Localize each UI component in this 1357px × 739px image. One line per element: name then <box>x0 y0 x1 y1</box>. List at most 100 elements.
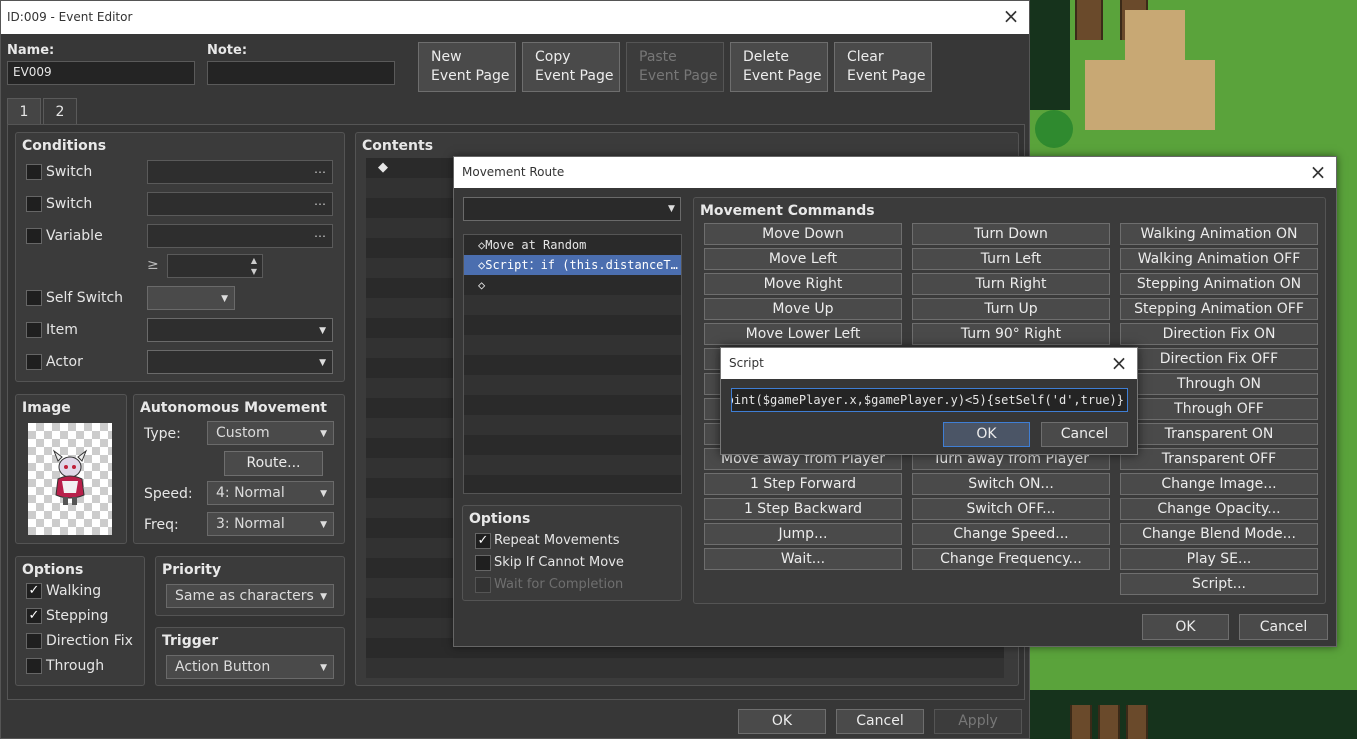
list-item[interactable]: ◇ <box>464 275 681 295</box>
chevron-down-icon: ▼ <box>320 592 327 602</box>
movement-command-button[interactable]: Change Frequency... <box>912 548 1110 570</box>
switch1-checkbox[interactable] <box>26 164 42 180</box>
freq-label: Freq: <box>144 517 179 533</box>
route-ok-button[interactable]: OK <box>1142 614 1229 640</box>
target-dropdown[interactable] <box>463 197 681 221</box>
variable-value-spinner[interactable]: ▲ ▼ <box>167 254 263 278</box>
through-checkbox[interactable] <box>26 658 42 674</box>
trigger-value: Action Button <box>175 659 271 675</box>
movement-command-button[interactable]: Move Left <box>704 248 902 270</box>
movement-command-button[interactable]: 1 Step Forward <box>704 473 902 495</box>
item-dropdown[interactable]: ▼ <box>147 318 333 342</box>
trigger-dropdown[interactable]: Action Button ▼ <box>166 655 334 679</box>
stepping-checkbox[interactable]: ✓ <box>26 608 42 624</box>
movement-command-button[interactable]: Change Opacity... <box>1120 498 1318 520</box>
movement-command-button[interactable]: Transparent ON <box>1120 423 1318 445</box>
route-cancel-button[interactable]: Cancel <box>1239 614 1328 640</box>
movement-command-button[interactable]: Direction Fix ON <box>1120 323 1318 345</box>
movement-command-button[interactable]: Turn 90° Right <box>912 323 1110 345</box>
skip-if-cannot-move-checkbox[interactable] <box>475 555 491 571</box>
movement-command-button[interactable]: Switch OFF... <box>912 498 1110 520</box>
cancel-button[interactable]: Cancel <box>836 709 924 734</box>
movement-command-button[interactable]: Through OFF <box>1120 398 1318 420</box>
note-input[interactable] <box>207 61 395 85</box>
type-dropdown[interactable]: Custom ▼ <box>207 421 334 445</box>
movement-command-button[interactable]: Turn Down <box>912 223 1110 245</box>
wait-for-completion-checkbox[interactable] <box>475 577 491 593</box>
movement-command-button[interactable]: Turn Right <box>912 273 1110 295</box>
movement-command-button[interactable]: Turn Up <box>912 298 1110 320</box>
movement-command-button[interactable]: Transparent OFF <box>1120 448 1318 470</box>
speed-dropdown[interactable]: 4: Normal ▼ <box>207 481 334 505</box>
list-item[interactable]: ◇Move at Random <box>464 235 681 255</box>
movement-command-button[interactable]: Walking Animation ON <box>1120 223 1318 245</box>
variable-field[interactable]: … <box>147 224 333 248</box>
switch2-field[interactable]: … <box>147 192 333 216</box>
movement-command-button[interactable]: Play SE... <box>1120 548 1318 570</box>
paste-event-page-button[interactable]: Paste Event Page <box>626 42 724 92</box>
item-label: Item <box>46 322 78 338</box>
close-icon[interactable]: × <box>1308 161 1328 183</box>
movement-route-title: Movement Route <box>462 165 565 179</box>
movement-command-button[interactable]: 1 Step Backward <box>704 498 902 520</box>
freq-dropdown[interactable]: 3: Normal ▼ <box>207 512 334 536</box>
chevron-down-icon: ▼ <box>320 663 327 673</box>
repeat-movements-checkbox[interactable]: ✓ <box>475 533 491 549</box>
item-checkbox[interactable] <box>26 322 42 338</box>
movement-command-button[interactable]: Wait... <box>704 548 902 570</box>
self-switch-checkbox[interactable] <box>26 290 42 306</box>
self-switch-label: Self Switch <box>46 290 124 306</box>
contents-item-marker[interactable]: ◆ <box>378 160 388 175</box>
apply-button[interactable]: Apply <box>934 709 1022 734</box>
window-title: ID:009 - Event Editor <box>7 10 133 24</box>
character-image[interactable] <box>28 423 112 535</box>
new-event-page-button[interactable]: New Event Page <box>418 42 516 92</box>
movement-command-button[interactable]: Stepping Animation OFF <box>1120 298 1318 320</box>
movement-command-button[interactable]: Change Blend Mode... <box>1120 523 1318 545</box>
switch2-checkbox[interactable] <box>26 196 42 212</box>
actor-checkbox[interactable] <box>26 354 42 370</box>
name-input[interactable]: EV009 <box>7 61 195 85</box>
movement-command-button[interactable]: Jump... <box>704 523 902 545</box>
movement-command-button[interactable]: Stepping Animation ON <box>1120 273 1318 295</box>
movement-command-button[interactable]: Direction Fix OFF <box>1120 348 1318 370</box>
movement-command-button[interactable]: Turn Left <box>912 248 1110 270</box>
actor-dropdown[interactable]: ▼ <box>147 350 333 374</box>
variable-checkbox[interactable] <box>26 228 42 244</box>
movement-command-button[interactable]: Move Up <box>704 298 902 320</box>
movement-command-button[interactable]: Script... <box>1120 573 1318 595</box>
route-command-list[interactable]: ◇Move at Random ◇Script：if (this.distanc… <box>463 234 682 494</box>
movement-command-button[interactable]: Move Right <box>704 273 902 295</box>
script-ok-button[interactable]: OK <box>943 422 1030 447</box>
priority-dropdown[interactable]: Same as characters ▼ <box>166 584 334 608</box>
self-switch-dropdown[interactable]: ▼ <box>147 286 235 310</box>
walking-checkbox[interactable]: ✓ <box>26 583 42 599</box>
repeat-movements-label: Repeat Movements <box>494 533 620 548</box>
script-input[interactable]: oPoint($gamePlayer.x,$gamePlayer.y)<5){s… <box>731 388 1128 412</box>
ok-button[interactable]: OK <box>738 709 826 734</box>
conditions-heading: Conditions <box>22 138 107 154</box>
switch1-field[interactable]: … <box>147 160 333 184</box>
movement-command-button[interactable]: Walking Animation OFF <box>1120 248 1318 270</box>
chevron-down-icon: ▼ <box>320 429 327 439</box>
movement-command-button[interactable]: Move Lower Left <box>704 323 902 345</box>
tab-page-2[interactable]: 2 <box>43 98 77 124</box>
close-icon[interactable]: × <box>1109 352 1129 374</box>
direction-fix-checkbox[interactable] <box>26 633 42 649</box>
close-icon[interactable]: × <box>1001 5 1021 27</box>
movement-command-button[interactable]: Switch ON... <box>912 473 1110 495</box>
script-cancel-button[interactable]: Cancel <box>1041 422 1128 447</box>
list-item[interactable]: ◇Script：if (this.distanceT… <box>464 255 681 275</box>
route-button[interactable]: Route... <box>224 451 323 476</box>
priority-panel: Priority Same as characters ▼ <box>155 556 345 616</box>
tab-page-1[interactable]: 1 <box>7 98 41 124</box>
clear-event-page-button[interactable]: Clear Event Page <box>834 42 932 92</box>
movement-command-button[interactable]: Through ON <box>1120 373 1318 395</box>
delete-event-page-button[interactable]: Delete Event Page <box>730 42 828 92</box>
direction-fix-label: Direction Fix <box>46 633 133 649</box>
chevron-down-icon: ▼ <box>320 489 327 499</box>
movement-command-button[interactable]: Change Image... <box>1120 473 1318 495</box>
movement-command-button[interactable]: Move Down <box>704 223 902 245</box>
copy-event-page-button[interactable]: Copy Event Page <box>522 42 620 92</box>
movement-command-button[interactable]: Change Speed... <box>912 523 1110 545</box>
